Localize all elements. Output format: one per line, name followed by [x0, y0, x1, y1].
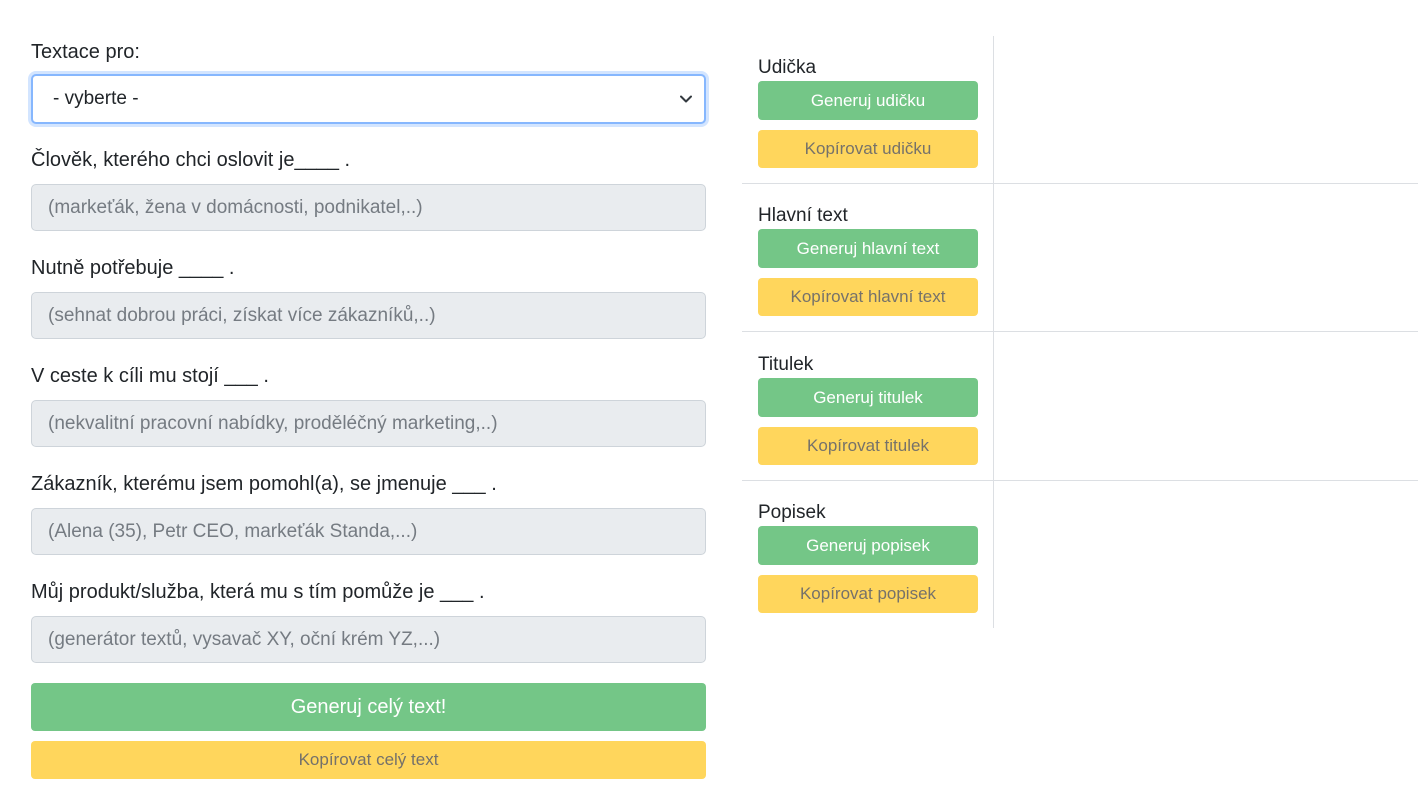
field-group-customer: Zákazník, kterému jsem pomohl(a), se jme…	[31, 470, 706, 555]
audience-label: Člověk, kterého chci oslovit je____ .	[31, 149, 351, 171]
generate-main-text-button[interactable]: Generuj hlavní text	[758, 229, 978, 268]
copy-main-text-button[interactable]: Kopírovat hlavní text	[758, 278, 978, 316]
section-title: Udička	[758, 57, 817, 78]
generate-all-button[interactable]: Generuj celý text!	[31, 683, 706, 731]
type-label: Textace pro:	[31, 41, 140, 63]
field-group-product: Můj produkt/služba, která mu s tím pomůž…	[31, 578, 706, 663]
divider-2	[742, 331, 1418, 332]
type-select[interactable]: - vyberte -	[31, 74, 706, 124]
obstacle-label: V ceste k cíli mu stojí ___ .	[31, 365, 269, 387]
customer-input[interactable]: (Alena (35), Petr CEO, markeťák Standa,.…	[31, 508, 706, 555]
copy-all-button[interactable]: Kopírovat celý text	[31, 741, 706, 779]
vertical-divider	[993, 36, 994, 628]
section-title: Hlavní text	[758, 205, 848, 226]
copy-title-button[interactable]: Kopírovat titulek	[758, 427, 978, 465]
copy-caption-button[interactable]: Kopírovat popisek	[758, 575, 978, 613]
obstacle-input[interactable]: (nekvalitní pracovní nabídky, proděléčný…	[31, 400, 706, 447]
section-title-block: Titulek Generuj titulek Kopírovat titule…	[758, 352, 978, 465]
field-group-need: Nutně potřebuje ____ . (sehnat dobrou pr…	[31, 254, 706, 339]
copy-hook-button[interactable]: Kopírovat udičku	[758, 130, 978, 168]
section-main-text: Hlavní text Generuj hlavní text Kopírova…	[758, 203, 978, 316]
section-title: Popisek	[758, 502, 826, 523]
chevron-down-icon	[680, 93, 692, 105]
field-group-obstacle: V ceste k cíli mu stojí ___ . (nekvalitn…	[31, 362, 706, 447]
generate-hook-button[interactable]: Generuj udičku	[758, 81, 978, 120]
audience-input[interactable]: (markeťák, žena v domácnosti, podnikatel…	[31, 184, 706, 231]
text-form: Textace pro: - vyberte - Člověk, kterého…	[31, 38, 706, 779]
section-hook: Udička Generuj udičku Kopírovat udičku	[758, 55, 978, 168]
product-input[interactable]: (generátor textů, vysavač XY, oční krém …	[31, 616, 706, 663]
divider-1	[742, 183, 1418, 184]
divider-3	[742, 480, 1418, 481]
section-caption: Popisek Generuj popisek Kopírovat popise…	[758, 500, 978, 613]
section-title: Titulek	[758, 354, 814, 375]
customer-label: Zákazník, kterému jsem pomohl(a), se jme…	[31, 473, 497, 495]
generate-caption-button[interactable]: Generuj popisek	[758, 526, 978, 565]
product-label: Můj produkt/služba, která mu s tím pomůž…	[31, 581, 485, 603]
page: Textace pro: - vyberte - Člověk, kterého…	[0, 0, 1424, 807]
need-input[interactable]: (sehnat dobrou práci, získat více zákazn…	[31, 292, 706, 339]
need-label: Nutně potřebuje ____ .	[31, 257, 235, 279]
generate-title-button[interactable]: Generuj titulek	[758, 378, 978, 417]
type-select-value: - vyberte -	[53, 88, 139, 109]
field-group-audience: Člověk, kterého chci oslovit je____ . (m…	[31, 146, 706, 231]
